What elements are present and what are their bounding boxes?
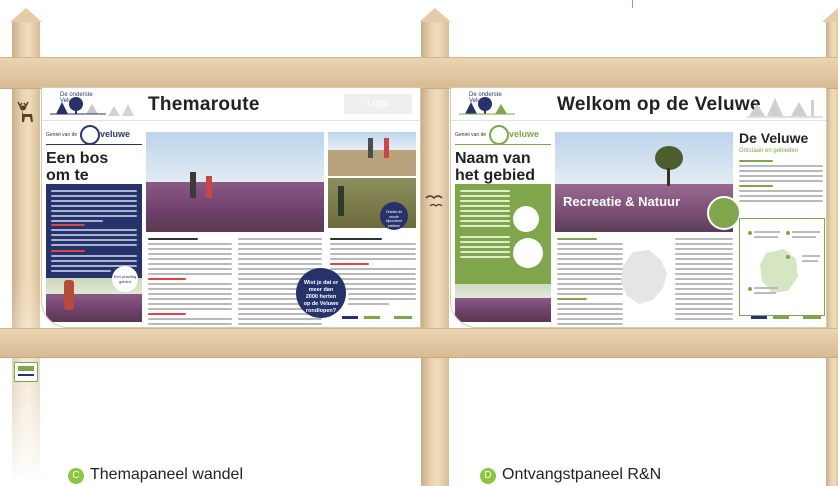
post-right-cap xyxy=(822,8,838,22)
top-mark xyxy=(632,0,633,8)
text-column-4 xyxy=(348,288,416,308)
bubble-big-fact: Wist je dat er meer dan 2000 herten op d… xyxy=(296,268,346,318)
brand-prefix: Geniet van de xyxy=(455,132,487,138)
photo-children-heath xyxy=(146,132,324,232)
photo-sheep xyxy=(328,132,416,176)
small-sign xyxy=(14,362,38,382)
deer-icon xyxy=(17,101,33,122)
brand-underline xyxy=(46,144,142,145)
photo-family-small xyxy=(455,284,551,322)
panel-logo: De onderste Veluwe xyxy=(50,92,106,116)
text-column-1 xyxy=(557,238,623,327)
bottom-beam xyxy=(0,328,838,358)
logo-placeholder: Logo xyxy=(344,94,412,114)
panel-welkom: De onderste Veluwe Welkom op de Veluwe G… xyxy=(451,88,826,327)
right-subtitle: Ontstaan en gebieden xyxy=(739,148,799,154)
panel-headline: Naam van het gebied xyxy=(455,150,536,184)
landscape-icon xyxy=(108,104,134,116)
map-shape-icon xyxy=(621,250,667,304)
birds-icon xyxy=(425,195,443,207)
skyline-icon xyxy=(747,98,823,118)
intro-block xyxy=(46,184,142,278)
post-left xyxy=(12,22,40,486)
brand-name: veluwe xyxy=(509,129,540,139)
veluwe-logo-icon xyxy=(489,125,509,145)
map-box xyxy=(739,218,825,316)
post-middle xyxy=(421,22,449,486)
panel-header: De onderste Veluwe Themaroute Logo xyxy=(42,88,420,121)
photo-heath-tree: Recreatie & Natuur xyxy=(555,132,733,232)
caption-d: D Ontvangstpaneel R&N xyxy=(480,466,661,484)
panel-themaroute: De onderste Veluwe Themaroute Logo Genie… xyxy=(42,88,420,327)
caption-badge-c: C xyxy=(68,468,84,484)
logo-text: De onderste Veluwe xyxy=(469,92,502,104)
text-column-2 xyxy=(675,238,733,323)
bubble-photo xyxy=(707,196,741,230)
post-middle-cap xyxy=(419,8,451,22)
page-title: Themaroute xyxy=(148,94,260,115)
caption-text-c: Themapaneel wandel xyxy=(90,466,243,483)
caption-text-d: Ontvangstpaneel R&N xyxy=(502,466,662,483)
brand-prefix: Geniet van de xyxy=(46,132,78,138)
text-column-1 xyxy=(148,238,232,327)
top-beam xyxy=(0,57,838,89)
brand-underline xyxy=(455,144,551,145)
right-text xyxy=(739,160,823,205)
bubble-photo: Ontdek de mooie bijzondere plekken xyxy=(380,202,408,230)
post-left-cap xyxy=(10,8,42,22)
panel-logo: De onderste Veluwe xyxy=(459,92,515,116)
photo-label: Recreatie & Natuur xyxy=(563,194,681,209)
logo-text: De onderste Veluwe xyxy=(60,92,93,104)
brand-name: veluwe xyxy=(100,129,131,139)
page-title: Welkom op de Veluwe xyxy=(557,94,761,115)
veluwe-logo-icon xyxy=(80,125,100,145)
caption-c: C Themapaneel wandel xyxy=(68,466,243,484)
post-right xyxy=(826,22,838,486)
intro-block xyxy=(455,184,551,284)
footer-logos xyxy=(751,316,825,322)
footer-logos xyxy=(342,316,416,322)
right-title: De Veluwe xyxy=(739,130,809,146)
caption-badge-d: D xyxy=(480,468,496,484)
panel-header: De onderste Veluwe Welkom op de Veluwe xyxy=(451,88,826,121)
bubble-small: Een prachtig gebied xyxy=(112,266,138,292)
